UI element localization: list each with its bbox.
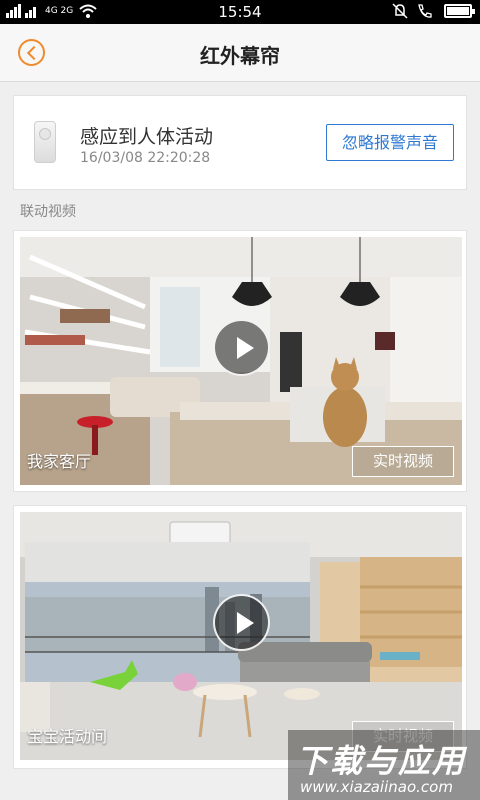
camera-name: 宝宝活动间 <box>27 727 108 746</box>
ignore-alarm-sound-button[interactable]: 忽略报警声音 <box>326 124 454 161</box>
video-card-living-room: 我家客厅 实时视频 <box>13 230 467 492</box>
watermark: 下载与应用 www.xiazaiinao.com <box>288 730 480 800</box>
status-icons <box>392 3 475 19</box>
play-icon[interactable] <box>213 319 270 376</box>
watermark-url: www.xiazaiinao.com <box>300 778 453 796</box>
ir-sensor-icon <box>34 121 56 163</box>
nav-bar: 红外幕帘 <box>0 24 480 82</box>
camera-name: 我家客厅 <box>27 452 92 471</box>
page-title: 红外幕帘 <box>200 44 280 68</box>
video-thumbnail-living-room[interactable]: 我家客厅 实时视频 <box>20 237 462 485</box>
section-label: 联动视频 <box>20 204 76 220</box>
watermark-title: 下载与应用 <box>296 742 467 780</box>
hd-call-icon <box>418 4 432 18</box>
play-icon[interactable] <box>213 594 270 651</box>
status-bar: 4G 2G 15:54 <box>0 0 480 24</box>
video-thumbnail-baby-room[interactable]: 宝宝活动间 实时视频 <box>20 512 462 760</box>
live-video-button[interactable]: 实时视频 <box>352 446 454 477</box>
alert-timestamp: 16/03/08 22:20:28 <box>80 150 211 166</box>
mute-bell-icon <box>392 3 408 19</box>
alert-title: 感应到人体活动 <box>80 126 214 148</box>
battery-icon <box>444 4 475 18</box>
alert-card: 感应到人体活动 16/03/08 22:20:28 忽略报警声音 <box>13 95 467 190</box>
